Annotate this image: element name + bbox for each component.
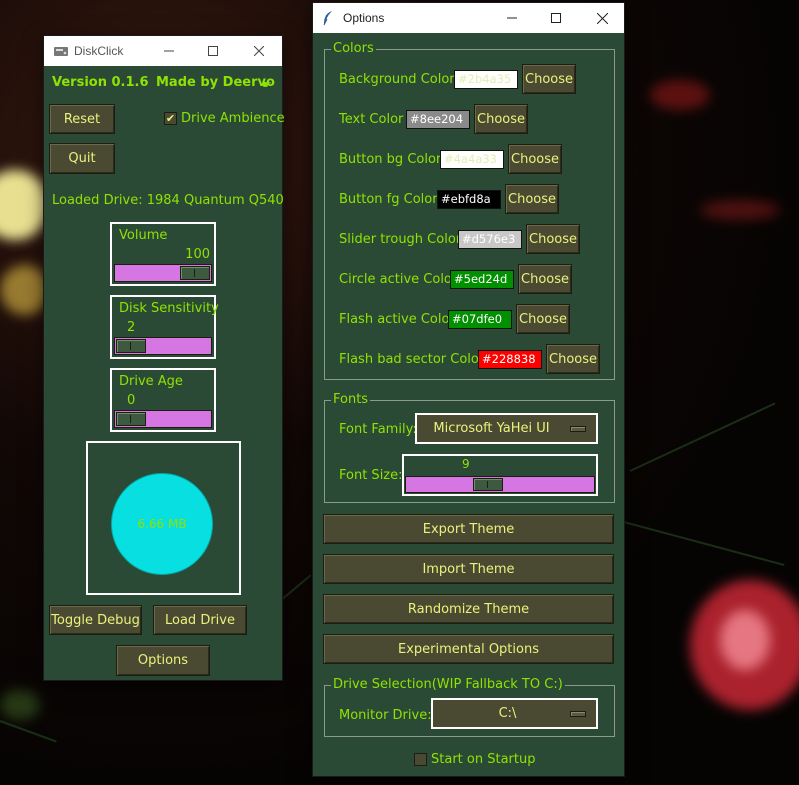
choose-color-button[interactable]: Choose: [526, 224, 580, 254]
colors-group-title: Colors: [331, 41, 376, 56]
volume-frame: Volume 100: [110, 222, 216, 286]
dropdown-indicator-icon: [570, 710, 586, 717]
age-label: Drive Age: [119, 374, 183, 389]
load-drive-button[interactable]: Load Drive: [153, 605, 247, 635]
color-row-label: Flash active Color: [339, 312, 455, 327]
color-row-label: Button bg Color: [339, 152, 442, 167]
choose-color-button[interactable]: Choose: [546, 344, 600, 374]
font-size-slider[interactable]: [405, 476, 595, 493]
export-theme-button[interactable]: Export Theme: [323, 514, 614, 544]
maximize-button[interactable]: [533, 3, 579, 33]
options-titlebar[interactable]: Options: [313, 3, 624, 33]
sensitivity-frame: Disk Sensitivity 2: [110, 295, 219, 359]
version-label: Version 0.1.6: [52, 75, 149, 90]
disk-canvas: 6.66 MB: [86, 441, 241, 595]
fonts-group-title: Fonts: [331, 392, 371, 407]
choose-color-button[interactable]: Choose: [474, 104, 528, 134]
color-row-label: Circle active Color: [339, 272, 458, 287]
toggle-debug-button[interactable]: Toggle Debug: [49, 605, 142, 635]
drive-ambience-checkbox[interactable]: ✔: [164, 112, 177, 125]
color-row-label: Background Color: [339, 72, 455, 87]
slider-handle[interactable]: [116, 339, 146, 353]
slider-handle[interactable]: [116, 412, 146, 426]
diskclick-window: DiskClick Version 0.1.6 Made by Deervo ☛…: [43, 35, 285, 681]
volume-label: Volume: [119, 228, 168, 243]
disk-circle[interactable]: 6.66 MB: [111, 473, 213, 575]
maximize-button[interactable]: [190, 36, 236, 66]
feather-icon: [322, 10, 334, 30]
pointing-hand-icon: ☛: [262, 78, 272, 91]
choose-color-button[interactable]: Choose: [516, 304, 570, 334]
monitor-drive-value: C:\: [498, 706, 517, 721]
choose-color-button[interactable]: Choose: [522, 64, 576, 94]
sensitivity-label: Disk Sensitivity: [119, 301, 219, 316]
volume-slider[interactable]: [114, 264, 212, 282]
choose-color-button[interactable]: Choose: [505, 184, 559, 214]
age-value: 0: [127, 393, 136, 408]
experimental-options-button[interactable]: Experimental Options: [323, 634, 614, 664]
window-title: Options: [343, 11, 385, 25]
drive-selection-group: Drive Selection(WIP Fallback TO C:) Moni…: [324, 677, 615, 737]
options-window: Options Colors Background Color #2b4a35 Ch…: [312, 2, 625, 777]
color-value-swatch: #d576e3: [458, 230, 522, 249]
font-family-dropdown[interactable]: Microsoft YaHei UI: [415, 413, 598, 444]
slider-handle[interactable]: [180, 266, 210, 280]
drive-ambience-label[interactable]: Drive Ambience: [181, 111, 285, 126]
color-row-label: Slider trough Color: [339, 232, 462, 247]
disk-size-label: 6.66 MB: [137, 517, 187, 531]
monitor-drive-label: Monitor Drive:: [339, 708, 432, 723]
close-button[interactable]: [236, 36, 282, 66]
color-value-swatch: #5ed24d: [450, 270, 514, 289]
color-value-swatch: #4a4a33: [440, 150, 504, 169]
fonts-group: Fonts Font Family: Microsoft YaHei UI Fo…: [324, 392, 615, 503]
start-on-startup-label[interactable]: Start on Startup: [431, 752, 535, 767]
quit-button[interactable]: Quit: [49, 143, 115, 174]
color-row-label: Text Color: [339, 112, 404, 127]
color-value-swatch: #8ee204: [406, 110, 470, 129]
color-row-label: Button fg Color: [339, 192, 438, 207]
colors-group: Colors Background Color #2b4a35 Choose Text…: [324, 41, 615, 380]
randomize-theme-button[interactable]: Randomize Theme: [323, 594, 614, 624]
minimize-button[interactable]: [489, 3, 535, 33]
reset-button[interactable]: Reset: [49, 104, 115, 134]
author-label: Made by Deervo: [156, 75, 275, 90]
start-on-startup-checkbox[interactable]: [414, 753, 427, 766]
font-size-label: Font Size:: [339, 468, 403, 483]
options-button[interactable]: Options: [116, 645, 210, 676]
color-row-label: Flash bad sector Color: [339, 352, 485, 367]
choose-color-button[interactable]: Choose: [518, 264, 572, 294]
minimize-button[interactable]: [146, 36, 192, 66]
slider-handle[interactable]: [473, 478, 503, 491]
close-button[interactable]: [579, 3, 625, 33]
sensitivity-value: 2: [127, 320, 136, 335]
monitor-drive-dropdown[interactable]: C:\: [431, 698, 598, 729]
dropdown-indicator-icon: [570, 425, 586, 432]
import-theme-button[interactable]: Import Theme: [323, 554, 614, 584]
choose-color-button[interactable]: Choose: [508, 144, 562, 174]
window-title: DiskClick: [74, 44, 124, 58]
color-value-swatch: #07dfe0: [448, 310, 512, 329]
color-value-swatch: #228838: [478, 350, 542, 369]
font-family-label: Font Family:: [339, 422, 417, 437]
font-family-value: Microsoft YaHei UI: [433, 421, 550, 436]
color-value-swatch: #ebfd8a: [437, 190, 501, 209]
sensitivity-slider[interactable]: [114, 337, 212, 355]
age-slider[interactable]: [114, 410, 212, 428]
font-size-value: 9: [462, 457, 470, 471]
font-size-frame: 9: [402, 454, 598, 496]
age-frame: Drive Age 0: [110, 368, 216, 432]
volume-value: 100: [185, 247, 210, 262]
loaded-drive-label: Loaded Drive: 1984 Quantum Q540: [52, 193, 284, 208]
diskclick-titlebar[interactable]: DiskClick: [44, 36, 282, 66]
color-value-swatch: #2b4a35: [454, 70, 518, 89]
app-icon: [53, 44, 69, 62]
drive-selection-title: Drive Selection(WIP Fallback TO C:): [331, 677, 565, 692]
